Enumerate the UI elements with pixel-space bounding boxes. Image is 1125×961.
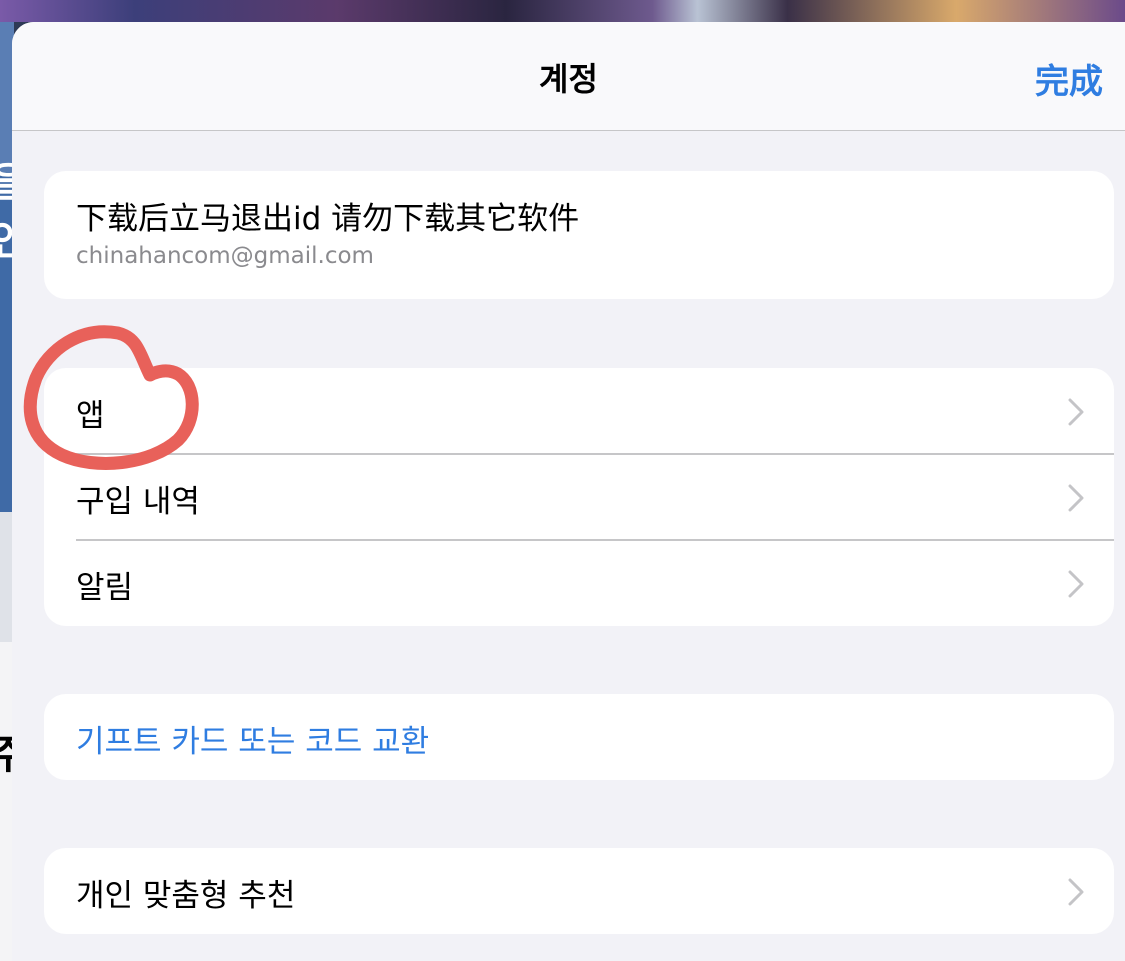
account-card[interactable]: 下载后立马退出id 请勿下载其它软件 chinahancom@gmail.com xyxy=(44,171,1114,299)
chevron-right-icon xyxy=(1068,484,1084,512)
sheet-title: 계정 xyxy=(539,60,598,98)
redeem-gift-card-button[interactable]: 기프트 카드 또는 코드 교환 xyxy=(44,694,1114,780)
account-name: 下载后立马退出id 请勿下载其它软件 xyxy=(76,201,580,237)
background-artwork xyxy=(0,0,1125,22)
menu-item-label: 앱 xyxy=(76,398,105,434)
menu-item-label: 구입 내역 xyxy=(76,484,200,520)
personalized-recommendations-label: 개인 맞춤형 추천 xyxy=(76,878,296,914)
done-button[interactable]: 完成 xyxy=(1035,54,1103,103)
account-menu-list: 앱 구입 내역 알림 xyxy=(44,368,1114,626)
chevron-right-icon xyxy=(1068,570,1084,598)
menu-item-label: 알림 xyxy=(76,570,134,606)
chevron-right-icon xyxy=(1068,878,1084,906)
menu-item-notifications[interactable]: 알림 xyxy=(44,540,1114,626)
chevron-right-icon xyxy=(1068,398,1084,426)
menu-item-apps[interactable]: 앱 xyxy=(44,368,1114,454)
menu-item-purchase-history[interactable]: 구입 내역 xyxy=(44,454,1114,540)
personalized-recommendations-row[interactable]: 개인 맞춤형 추천 xyxy=(44,848,1114,934)
redeem-gift-card-label: 기프트 카드 또는 코드 교환 xyxy=(76,724,430,760)
account-sheet: 계정 完成 下载后立马退出id 请勿下载其它软件 chinahancom@gma… xyxy=(12,22,1125,961)
navigation-bar: 계정 完成 xyxy=(12,22,1125,131)
screen: 을 인 주 계정 完成 下载后立马退出id 请勿下载其它软件 chinahanc… xyxy=(0,0,1125,961)
account-email: chinahancom@gmail.com xyxy=(76,243,374,269)
